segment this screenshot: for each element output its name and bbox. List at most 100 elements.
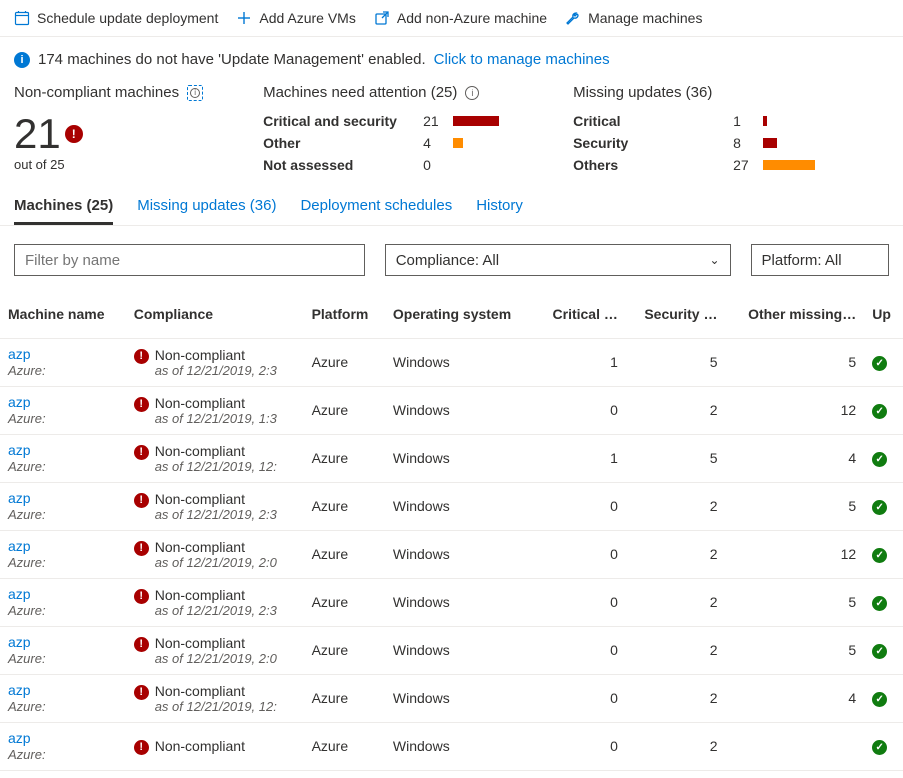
critical-cell: 0	[535, 386, 626, 434]
machine-link[interactable]: azp	[8, 538, 118, 554]
machine-link[interactable]: azp	[8, 346, 118, 362]
add-azure-vms-button[interactable]: Add Azure VMs	[236, 10, 356, 26]
tab-machines-[interactable]: Machines (25)	[14, 197, 113, 225]
stat-value: 4	[423, 135, 453, 151]
filter-name-input[interactable]	[14, 244, 365, 276]
platform-cell: Azure	[304, 674, 385, 722]
toolbar-label: Schedule update deployment	[37, 10, 218, 26]
platform-cell: Azure	[304, 338, 385, 386]
table-row: azpAzure:!Non-compliantas of 12/21/2019,…	[0, 386, 903, 434]
check-icon: ✓	[872, 596, 887, 611]
info-icon[interactable]: i	[465, 86, 479, 100]
machine-link[interactable]: azp	[8, 586, 118, 602]
col-header[interactable]: Machine name	[0, 290, 126, 338]
security-cell: 5	[626, 338, 726, 386]
tab-history[interactable]: History	[476, 197, 523, 225]
other-cell: 4	[725, 674, 864, 722]
machine-link[interactable]: azp	[8, 634, 118, 650]
machine-sub: Azure:	[8, 555, 46, 570]
check-icon: ✓	[872, 644, 887, 659]
os-cell: Windows	[385, 386, 535, 434]
noncompliant-title: Non-compliant machines	[14, 84, 179, 101]
security-cell: 2	[626, 482, 726, 530]
schedule-update-button[interactable]: Schedule update deployment	[14, 10, 218, 26]
machine-link[interactable]: azp	[8, 490, 118, 506]
compliance-time: as of 12/21/2019, 12:	[155, 459, 277, 474]
platform-cell: Azure	[304, 530, 385, 578]
stat-bar	[453, 116, 513, 126]
add-non-azure-button[interactable]: Add non-Azure machine	[374, 10, 547, 26]
missing-summary: Missing updates (36) Critical1Security8O…	[573, 84, 823, 173]
machine-sub: Azure:	[8, 699, 46, 714]
machine-sub: Azure:	[8, 747, 46, 762]
machine-sub: Azure:	[8, 363, 46, 378]
critical-cell: 0	[535, 674, 626, 722]
stat-label: Other	[263, 135, 423, 151]
compliance-status: Non-compliant	[155, 635, 277, 651]
machine-sub: Azure:	[8, 603, 46, 618]
table-row: azpAzure:! Non-compliantas of 12/21/2019,…	[0, 434, 903, 482]
machine-link[interactable]: azp	[8, 394, 118, 410]
tab-deployment-schedules[interactable]: Deployment schedules	[300, 197, 452, 225]
wrench-icon	[565, 10, 581, 26]
check-icon: ✓	[872, 548, 887, 563]
error-icon: !	[134, 589, 149, 604]
platform-cell: Azure	[304, 434, 385, 482]
compliance-time: as of 12/21/2019, 2:0	[155, 651, 277, 666]
security-cell: 5	[626, 434, 726, 482]
noncompliant-summary: Non-compliant machines i 21 ! out of 25	[14, 84, 203, 173]
col-header[interactable]: Compliance	[126, 290, 304, 338]
machine-link[interactable]: azp	[8, 682, 118, 698]
table-row: azpAzure:!Non-compliantAzureWindows02✓	[0, 722, 903, 770]
missing-title: Missing updates (36)	[573, 84, 712, 101]
stat-bar	[763, 138, 823, 148]
col-header[interactable]: Critical …	[535, 290, 626, 338]
manage-machines-link[interactable]: Click to manage machines	[434, 51, 610, 68]
compliance-time: as of 12/21/2019, 2:3	[155, 603, 277, 618]
tab-missing-updates-[interactable]: Missing updates (36)	[137, 197, 276, 225]
info-icon[interactable]: i	[187, 85, 203, 101]
col-header[interactable]: Up	[864, 290, 903, 338]
error-icon: !	[134, 493, 149, 508]
critical-cell: 0	[535, 482, 626, 530]
error-icon: !	[134, 445, 149, 460]
platform-cell: Azure	[304, 386, 385, 434]
stat-label: Critical	[573, 113, 733, 129]
toolbar-label: Add Azure VMs	[259, 10, 356, 26]
compliance-status: Non-compliant	[155, 683, 277, 699]
col-header[interactable]: Platform	[304, 290, 385, 338]
machine-link[interactable]: azp	[8, 442, 118, 458]
col-header[interactable]: Other missing…	[725, 290, 864, 338]
stat-bar	[763, 116, 823, 126]
platform-select[interactable]: Platform: All	[751, 244, 889, 276]
check-icon: ✓	[872, 356, 887, 371]
critical-cell: 0	[535, 722, 626, 770]
stat-label: Critical and security	[263, 113, 423, 129]
machine-sub: Azure:	[8, 459, 46, 474]
stat-bar	[763, 160, 823, 170]
machine-sub: Azure:	[8, 507, 46, 522]
calendar-icon	[14, 10, 30, 26]
os-cell: Windows	[385, 338, 535, 386]
noncompliant-count: 21	[14, 113, 61, 155]
table-row: azpAzure:!Non-compliantas of 12/21/2019,…	[0, 578, 903, 626]
toolbar-label: Manage machines	[588, 10, 702, 26]
platform-cell: Azure	[304, 626, 385, 674]
manage-machines-button[interactable]: Manage machines	[565, 10, 702, 26]
error-icon: !	[134, 685, 149, 700]
compliance-status: Non-compliant	[155, 443, 277, 459]
os-cell: Windows	[385, 578, 535, 626]
os-cell: Windows	[385, 530, 535, 578]
col-header[interactable]: Operating system	[385, 290, 535, 338]
machine-link[interactable]: azp	[8, 730, 118, 746]
check-icon: ✓	[872, 740, 887, 755]
col-header[interactable]: Security …	[626, 290, 726, 338]
check-icon: ✓	[872, 500, 887, 515]
compliance-status: Non-compliant	[155, 491, 277, 507]
compliance-status: Non-compliant	[155, 395, 277, 411]
compliance-select[interactable]: Compliance: All ⌄	[385, 244, 731, 276]
plus-icon	[236, 10, 252, 26]
security-cell: 2	[626, 722, 726, 770]
stat-value: 1	[733, 113, 763, 129]
error-icon: !	[134, 397, 149, 412]
